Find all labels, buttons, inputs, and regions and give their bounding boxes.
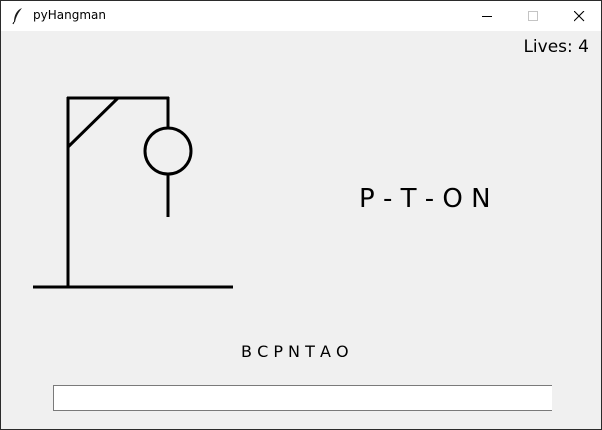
close-icon <box>574 11 585 22</box>
lives-counter: Lives: 4 <box>523 37 589 57</box>
gallows-brace <box>66 96 120 149</box>
feather-icon <box>11 7 25 25</box>
minimize-button[interactable] <box>464 1 510 31</box>
word-display: P - T - O N <box>359 184 491 214</box>
title-bar[interactable]: pyHangman <box>1 1 601 31</box>
close-button[interactable] <box>556 1 601 31</box>
hangman-head <box>143 126 193 176</box>
minimize-icon <box>482 16 492 17</box>
maximize-button[interactable] <box>510 1 556 31</box>
game-area: Lives: 4 P - T - O N B C P N T A O <box>1 31 601 429</box>
guess-input[interactable] <box>53 385 552 411</box>
lives-value: 4 <box>578 37 589 57</box>
maximize-icon <box>528 11 538 21</box>
window-title: pyHangman <box>33 8 106 22</box>
lives-label: Lives: <box>523 37 573 57</box>
hangman-drawing <box>33 96 233 289</box>
guessed-letters: B C P N T A O <box>241 342 349 361</box>
app-window: pyHangman Lives: 4 P - T - O N B C P N T… <box>0 0 602 430</box>
